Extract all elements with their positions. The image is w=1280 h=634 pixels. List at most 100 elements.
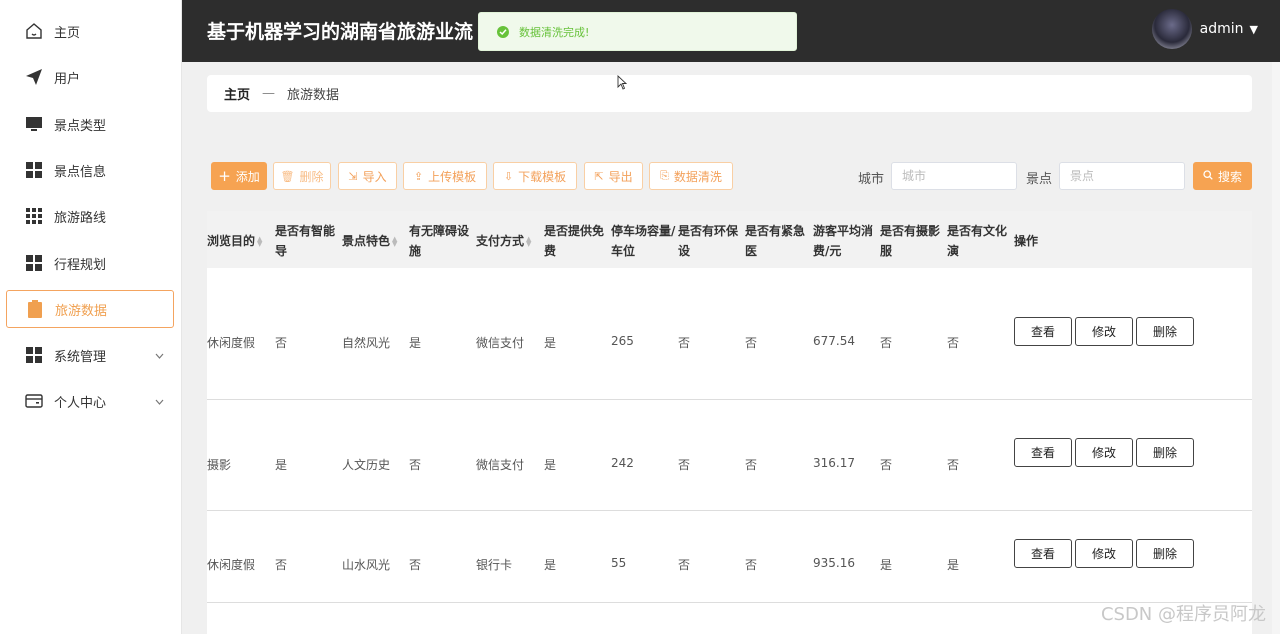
sort-icon[interactable]: ▲ ▼ bbox=[392, 235, 397, 247]
user-menu[interactable]: admin ▼ bbox=[1151, 9, 1258, 49]
caret-down-icon[interactable]: ▼ bbox=[1250, 23, 1258, 36]
sidebar-item-routes[interactable]: 旅游路线 bbox=[6, 197, 174, 235]
delete-row-button[interactable]: 删除 bbox=[1136, 539, 1194, 568]
sidebar-item-spot-types[interactable]: 景点类型 bbox=[6, 105, 174, 143]
grid-icon bbox=[24, 253, 44, 273]
table-cell: 否 bbox=[275, 336, 288, 350]
download-icon: ⇩ bbox=[503, 169, 514, 183]
table-cell: 是 bbox=[947, 558, 960, 572]
table-cell: 935.16 bbox=[813, 556, 855, 570]
table-cell: 否 bbox=[947, 458, 960, 472]
column-header-text: 是否有环保设 bbox=[678, 224, 739, 258]
column-header: 游客平均消 费/元 bbox=[813, 221, 879, 261]
import-button-label: 导入 bbox=[362, 169, 387, 184]
column-header[interactable]: 景点特色 ▲ ▼ bbox=[342, 231, 408, 271]
sidebar-item-label: 主页 bbox=[54, 25, 81, 41]
watermark: CSDN @程序员阿龙 bbox=[1100, 604, 1266, 625]
table-cell: 摄影 bbox=[207, 458, 232, 472]
table-cell: 否 bbox=[275, 558, 288, 572]
column-header-text: 景点特色 bbox=[342, 234, 391, 248]
grid-icon bbox=[24, 345, 44, 365]
clipboard-icon bbox=[25, 299, 45, 319]
column-header[interactable]: 支付方式 ▲ ▼ bbox=[476, 231, 542, 271]
breadcrumb-home[interactable]: 主页 bbox=[224, 84, 250, 103]
data-clean-button[interactable]: ⎘ 数据清洗 bbox=[649, 162, 733, 190]
sort-icon[interactable]: ▲ ▼ bbox=[257, 235, 262, 247]
table-cell: 否 bbox=[678, 458, 691, 472]
city-input[interactable] bbox=[891, 162, 1017, 190]
spot-input[interactable] bbox=[1059, 162, 1185, 190]
delete-button[interactable]: 🗑 删除 bbox=[273, 162, 331, 190]
edit-button[interactable]: 修改 bbox=[1075, 539, 1133, 568]
search-icon bbox=[1203, 169, 1213, 183]
sidebar-item-users[interactable]: 用户 bbox=[6, 58, 174, 96]
sidebar-item-label: 用户 bbox=[54, 71, 81, 87]
view-button[interactable]: 查看 bbox=[1014, 539, 1072, 568]
column-header-text: 停车场容量/ bbox=[611, 224, 676, 238]
sidebar-item-travel-data[interactable]: 旅游数据 bbox=[6, 290, 174, 328]
search-button[interactable]: 搜索 bbox=[1193, 162, 1252, 190]
edit-button[interactable]: 修改 bbox=[1075, 438, 1133, 467]
column-header: 是否提供免费WIFI bbox=[544, 221, 610, 261]
sidebar-item-label: 旅游数据 bbox=[55, 303, 108, 319]
column-header-text: 是否有文化演 bbox=[947, 224, 1008, 258]
column-header: 是否有环保设施 bbox=[678, 221, 744, 261]
column-header: 操作 bbox=[1014, 231, 1080, 271]
sort-icon[interactable]: ▲ ▼ bbox=[526, 235, 531, 247]
column-header-text: 浏览目的 bbox=[207, 234, 256, 248]
export-button[interactable]: ⇱ 导出 bbox=[584, 162, 643, 190]
table-cell: 242 bbox=[611, 456, 634, 470]
page-scrollbar[interactable] bbox=[1272, 62, 1280, 634]
delete-row-button[interactable]: 删除 bbox=[1136, 317, 1194, 346]
sidebar-item-profile[interactable]: 个人中心 bbox=[6, 382, 174, 420]
sidebar-item-label: 行程规划 bbox=[54, 257, 107, 273]
download-template-button[interactable]: ⇩ 下载模板 bbox=[493, 162, 577, 190]
table-header: 浏览目的▲▼是否有智能导览景点特色▲▼有无障碍设施支付方式▲▼是否提供免费WIF… bbox=[207, 211, 1252, 268]
view-button[interactable]: 查看 bbox=[1014, 438, 1072, 467]
column-header-text: 费/元 bbox=[813, 244, 842, 258]
column-header: 停车场容量/车位 bbox=[611, 221, 677, 261]
edit-button[interactable]: 修改 bbox=[1075, 317, 1133, 346]
breadcrumb: 主页 — 旅游数据 bbox=[207, 75, 1252, 112]
sidebar-item-label: 个人中心 bbox=[54, 395, 107, 411]
table-cell: 否 bbox=[880, 336, 893, 350]
table-cell: 否 bbox=[409, 558, 422, 572]
sidebar-item-system[interactable]: 系统管理 bbox=[6, 336, 174, 374]
username[interactable]: admin bbox=[1200, 21, 1244, 37]
table-cell: 316.17 bbox=[813, 456, 855, 470]
upload-template-button[interactable]: ⇪ 上传模板 bbox=[403, 162, 487, 190]
table-cell: 是 bbox=[544, 336, 557, 350]
wallet-icon bbox=[24, 391, 44, 411]
sidebar-item-home[interactable]: 主页 bbox=[6, 12, 174, 50]
column-header[interactable]: 浏览目的 ▲ ▼ bbox=[207, 231, 273, 271]
view-button[interactable]: 查看 bbox=[1014, 317, 1072, 346]
chevron-down-icon bbox=[155, 394, 164, 409]
data-clean-label: 数据清洗 bbox=[673, 169, 722, 184]
table-row: 摄影 是 人文历史 否 微信支付 是 242 否 否 316.17 否 否 查看 修改 删除 bbox=[207, 400, 1252, 511]
breadcrumb-separator: — bbox=[262, 86, 276, 101]
sidebar-item-spot-info[interactable]: 景点信息 bbox=[6, 151, 174, 189]
table-cell: 否 bbox=[947, 336, 960, 350]
check-circle-icon bbox=[497, 25, 509, 38]
column-header-text: 是否有摄影服 bbox=[880, 224, 941, 258]
import-icon: ⇲ bbox=[348, 169, 358, 183]
import-button[interactable]: ⇲ 导入 bbox=[338, 162, 397, 190]
download-template-label: 下载模板 bbox=[518, 169, 567, 184]
delete-button-label: 删除 bbox=[299, 169, 324, 184]
column-header-text: 是否有紧急医 bbox=[745, 224, 806, 258]
table-cell: 否 bbox=[678, 558, 691, 572]
sidebar-item-itinerary[interactable]: 行程规划 bbox=[6, 244, 174, 282]
export-icon: ⇱ bbox=[594, 169, 604, 183]
send-icon bbox=[24, 67, 44, 87]
table-cell: 否 bbox=[745, 336, 758, 350]
chevron-down-icon bbox=[155, 348, 164, 363]
column-header: 有无障碍设施 bbox=[409, 221, 475, 261]
column-header-text: 施 bbox=[409, 244, 422, 258]
delete-row-button[interactable]: 删除 bbox=[1136, 438, 1194, 467]
add-button[interactable]: + 添加 bbox=[211, 162, 267, 190]
column-header-text: 操作 bbox=[1014, 234, 1039, 248]
table-row: 休闲度假 否 自然风光 是 微信支付 是 265 否 否 677.54 否 否 查看 修改 删除 bbox=[207, 268, 1252, 400]
avatar[interactable] bbox=[1151, 9, 1192, 49]
monitor-icon bbox=[24, 114, 44, 134]
upload-icon: ⇪ bbox=[413, 169, 424, 183]
